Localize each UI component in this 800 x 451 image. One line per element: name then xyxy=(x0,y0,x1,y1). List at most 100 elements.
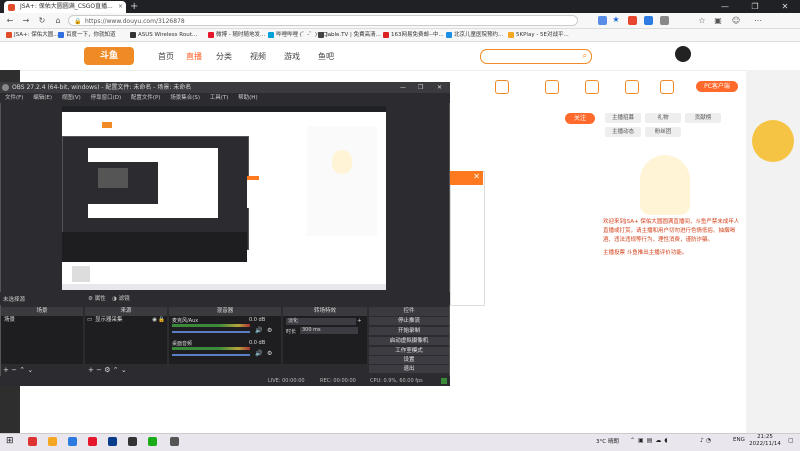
source-item[interactable]: ▭ 显示器采集 ◉ 🔒 xyxy=(85,316,167,324)
maximize-window-button[interactable]: ❐ xyxy=(418,82,423,93)
minimize-window-button[interactable]: — xyxy=(400,82,406,93)
menu-icon[interactable]: ⋯ xyxy=(752,14,764,27)
taskbar-app-icon[interactable] xyxy=(170,437,179,446)
bookmark-item[interactable]: 163网易免费邮--中... xyxy=(383,29,444,41)
bookmark-item[interactable]: 微博 - 随时随地发... xyxy=(208,29,265,41)
task-icon[interactable] xyxy=(585,80,599,94)
start-icon[interactable]: ⊞ xyxy=(6,436,14,446)
add-transition-button[interactable]: + xyxy=(357,318,362,324)
bookmark-item[interactable]: 百度一下，你就知道 xyxy=(58,29,116,41)
favorite-star-icon[interactable]: ★ xyxy=(610,13,622,26)
browser-tab[interactable]: JSA+: 保佑大圆圆满_CSGO直播... × xyxy=(4,1,126,13)
extension-icon[interactable] xyxy=(660,16,669,25)
bookmark-item[interactable]: 北京儿童医院预约... xyxy=(446,29,503,41)
weather-widget[interactable]: 3°C 晴朗 xyxy=(596,437,619,445)
avatar[interactable] xyxy=(675,46,691,62)
close-icon[interactable]: ✕ xyxy=(473,172,480,181)
taskbar-app-icon[interactable] xyxy=(48,437,57,446)
nav-home[interactable]: 首页 xyxy=(158,51,174,62)
tab-dynamic[interactable]: 主播动态 xyxy=(605,127,641,137)
download-icon[interactable] xyxy=(495,80,509,94)
bookmark-item[interactable]: JSA+: 保佑大圆... xyxy=(6,29,58,41)
duration-input[interactable]: 300 ms xyxy=(300,327,358,334)
input-language[interactable]: ENG xyxy=(733,437,745,443)
back-icon[interactable]: ← xyxy=(4,14,16,27)
visibility-eye-icon[interactable]: ◉ xyxy=(152,316,157,324)
tray-icons[interactable]: ⌃▣▤☁◖ xyxy=(630,437,671,444)
start-virtual-camera-button[interactable]: 启动虚拟摄像机 xyxy=(369,337,449,345)
bookmark-item[interactable]: ASUS Wireless Rout... xyxy=(130,29,197,41)
add-icon[interactable]: + xyxy=(88,366,94,374)
obs-taskbar-icon[interactable] xyxy=(128,437,137,446)
obs-preview-canvas[interactable] xyxy=(62,106,386,290)
taskbar-app-icon[interactable] xyxy=(108,437,117,446)
menu-view[interactable]: 视图(V) xyxy=(62,95,81,101)
profile-icon[interactable]: ☺ xyxy=(730,14,742,27)
add-icon[interactable]: + xyxy=(3,366,9,374)
collections-icon[interactable]: ▣ xyxy=(712,14,724,27)
new-tab-button[interactable]: + xyxy=(130,1,138,12)
menu-file[interactable]: 文件(F) xyxy=(5,95,23,101)
maximize-window-button[interactable]: ❐ xyxy=(740,0,770,13)
close-window-button[interactable]: ✕ xyxy=(770,0,800,13)
extension-icon[interactable] xyxy=(628,16,637,25)
favorites-icon[interactable]: ☆ xyxy=(696,14,708,27)
studio-mode-button[interactable]: 工作室模式 xyxy=(369,347,449,355)
tab-recruit[interactable]: 主播招募 xyxy=(605,113,641,123)
tab-rank[interactable]: 贡献榜 xyxy=(685,113,721,123)
minimize-window-button[interactable]: — xyxy=(710,0,740,13)
lock-icon[interactable]: 🔒 xyxy=(158,316,165,324)
settings-button[interactable]: 设置 xyxy=(369,356,449,364)
gear-icon[interactable]: ⚙ xyxy=(267,327,272,334)
nav-game[interactable]: 游戏 xyxy=(284,51,300,62)
stop-streaming-button[interactable]: 停止推流 xyxy=(369,317,449,325)
follow-button[interactable]: 关注 xyxy=(565,113,595,124)
tab-fans[interactable]: 粉丝团 xyxy=(645,127,681,137)
move-down-icon[interactable]: ⌄ xyxy=(27,366,33,374)
menu-edit[interactable]: 编辑(E) xyxy=(33,95,52,101)
douyu-logo[interactable]: 斗鱼 xyxy=(84,47,134,65)
wechat-icon[interactable] xyxy=(148,437,157,446)
extension-icon[interactable] xyxy=(644,16,653,25)
douyu-search-input[interactable]: ⌕ xyxy=(480,49,592,64)
speaker-icon[interactable]: 🔊 xyxy=(255,327,262,334)
exit-button[interactable]: 退出 xyxy=(369,365,449,373)
taskbar-clock[interactable]: 21:25 2022/11/14 xyxy=(745,434,785,448)
gear-icon[interactable]: ⚙ xyxy=(267,350,272,357)
tab-gift[interactable]: 礼物 xyxy=(645,113,681,123)
nav-yuba[interactable]: 鱼吧 xyxy=(318,51,334,62)
transition-select[interactable]: 淡化 xyxy=(286,318,356,325)
remove-icon[interactable]: − xyxy=(96,366,102,374)
remove-icon[interactable]: − xyxy=(11,366,17,374)
volume-slider[interactable] xyxy=(172,331,250,333)
home-icon[interactable]: ⌂ xyxy=(52,14,64,27)
scene-item[interactable]: 场景 xyxy=(1,316,83,324)
close-window-button[interactable]: ✕ xyxy=(437,82,442,93)
message-icon[interactable] xyxy=(545,80,559,94)
speaker-icon[interactable]: 🔊 xyxy=(255,350,262,357)
properties-button[interactable]: ⚙ 属性 xyxy=(88,294,106,302)
gear-icon[interactable]: ⚙ xyxy=(104,366,110,374)
play-icon[interactable] xyxy=(625,80,639,94)
menu-help[interactable]: 帮助(H) xyxy=(238,95,257,101)
move-down-icon[interactable]: ⌄ xyxy=(121,366,127,374)
bookmark-item[interactable]: 5KPlay - 5E对战平... xyxy=(508,29,569,41)
close-tab-icon[interactable]: × xyxy=(118,1,123,13)
start-recording-button[interactable]: 开始录制 xyxy=(369,327,449,335)
notification-icon[interactable]: ▢ xyxy=(788,437,794,444)
bookmark-item[interactable]: Jable.TV | 免費高清... xyxy=(318,29,381,41)
move-up-icon[interactable]: ⌃ xyxy=(113,366,119,374)
taskbar-app-icon[interactable] xyxy=(28,437,37,446)
read-aloud-icon[interactable] xyxy=(598,16,607,25)
nav-video[interactable]: 视频 xyxy=(250,51,266,62)
system-tray-icons[interactable]: ♪ ◔ xyxy=(700,437,711,444)
gift-icon[interactable] xyxy=(660,80,674,94)
taskbar-app-icon[interactable] xyxy=(88,437,97,446)
nav-category[interactable]: 分类 xyxy=(216,51,232,62)
nav-live[interactable]: 直播 xyxy=(186,51,202,62)
menu-scene-collection[interactable]: 场景集合(S) xyxy=(170,95,200,101)
move-up-icon[interactable]: ⌃ xyxy=(19,366,25,374)
menu-profile[interactable]: 配置文件(P) xyxy=(131,95,161,101)
menu-tools[interactable]: 工具(T) xyxy=(210,95,229,101)
forward-icon[interactable]: → xyxy=(20,14,32,27)
